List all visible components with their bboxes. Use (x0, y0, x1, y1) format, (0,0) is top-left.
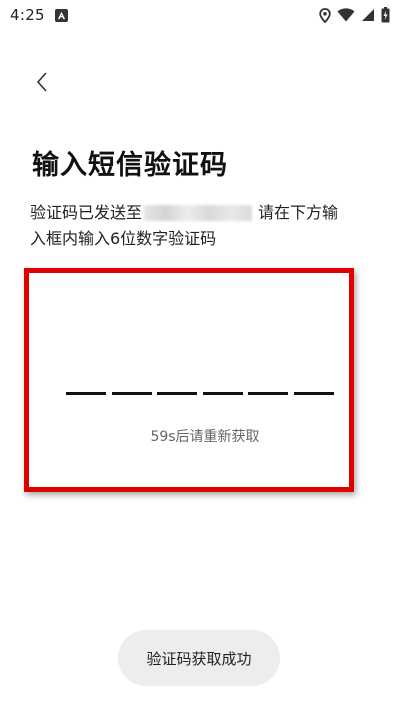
resend-countdown: 59s后请重新获取 (150, 429, 260, 445)
code-digit-slot[interactable] (66, 392, 106, 395)
code-digit-slot[interactable] (111, 392, 152, 395)
a-box-icon (54, 8, 68, 22)
description-prefix: 验证码已发送至 (30, 203, 143, 222)
status-right (319, 7, 390, 23)
status-time: 4:25 (10, 6, 45, 24)
location-icon (319, 7, 331, 23)
code-input-highlight (24, 268, 354, 492)
battery-charging-icon (381, 7, 390, 23)
back-button[interactable] (28, 70, 56, 98)
signal-icon (361, 8, 375, 22)
code-digit-slot[interactable] (157, 392, 198, 395)
sent-to-description: 验证码已发送至 请在下方输 入框内输入6位数字验证码 (30, 200, 380, 252)
description-line-1: 验证码已发送至 请在下方输 (30, 200, 380, 226)
description-line-2: 入框内输入6位数字验证码 (30, 229, 217, 248)
status-bar: 4:25 (0, 0, 400, 30)
page-title: 输入短信验证码 (32, 150, 228, 181)
code-digit-slot[interactable] (248, 392, 289, 395)
wifi-icon (337, 8, 355, 22)
toast-message: 验证码获取成功 (118, 630, 280, 686)
code-digit-slot[interactable] (293, 392, 334, 395)
chevron-left-icon (35, 71, 49, 97)
code-input[interactable] (66, 392, 334, 396)
status-left: 4:25 (10, 6, 68, 24)
masked-phone-number (144, 205, 253, 221)
sms-verification-screen: 4:25 输入短信验证码 验证码已发送至 请在下方输 入框内输入6位数字验证码 … (0, 0, 400, 711)
code-digit-slot[interactable] (202, 392, 243, 395)
description-line1-suffix: 请在下方输 (258, 203, 339, 222)
